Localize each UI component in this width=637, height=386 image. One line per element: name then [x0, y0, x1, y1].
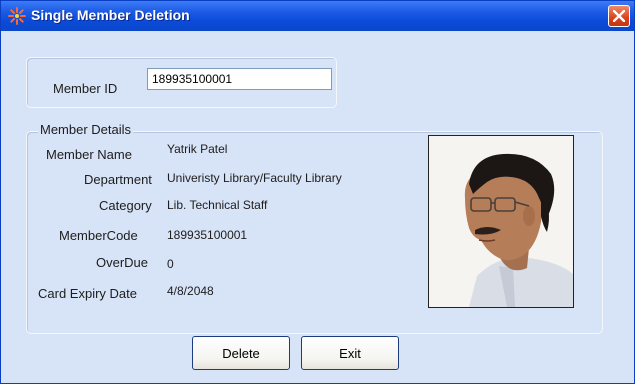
- overdue-value: 0: [167, 257, 174, 271]
- member-code-value: 189935100001: [167, 228, 248, 242]
- member-details-legend: Member Details: [38, 122, 134, 137]
- member-code-label: MemberCode: [59, 228, 138, 243]
- dialog-window: Single Member Deletion Member ID Member …: [0, 0, 635, 384]
- window-title: Single Member Deletion: [31, 7, 190, 23]
- delete-button[interactable]: Delete: [192, 336, 290, 370]
- member-id-input[interactable]: [147, 68, 332, 90]
- title-bar[interactable]: Single Member Deletion: [1, 1, 634, 31]
- member-photo-image: [429, 136, 573, 307]
- member-photo: [428, 135, 574, 308]
- department-label: Department: [84, 172, 152, 187]
- close-button[interactable]: [608, 5, 630, 27]
- member-id-label: Member ID: [53, 81, 118, 96]
- app-icon: [8, 7, 26, 25]
- dialog-body: Member ID Member Details Member Name Yat…: [4, 31, 631, 380]
- category-label: Category: [99, 198, 152, 213]
- close-icon: [613, 10, 625, 22]
- exit-button[interactable]: Exit: [301, 336, 399, 370]
- card-expiry-value: 4/8/2048: [167, 284, 214, 298]
- category-value: Lib. Technical Staff: [167, 198, 268, 212]
- department-value: Univeristy Library/Faculty Library: [167, 171, 342, 185]
- card-expiry-label: Card Expiry Date: [38, 286, 137, 301]
- member-name-label: Member Name: [46, 147, 132, 162]
- overdue-label: OverDue: [96, 255, 149, 270]
- member-name-value: Yatrik Patel: [167, 142, 228, 156]
